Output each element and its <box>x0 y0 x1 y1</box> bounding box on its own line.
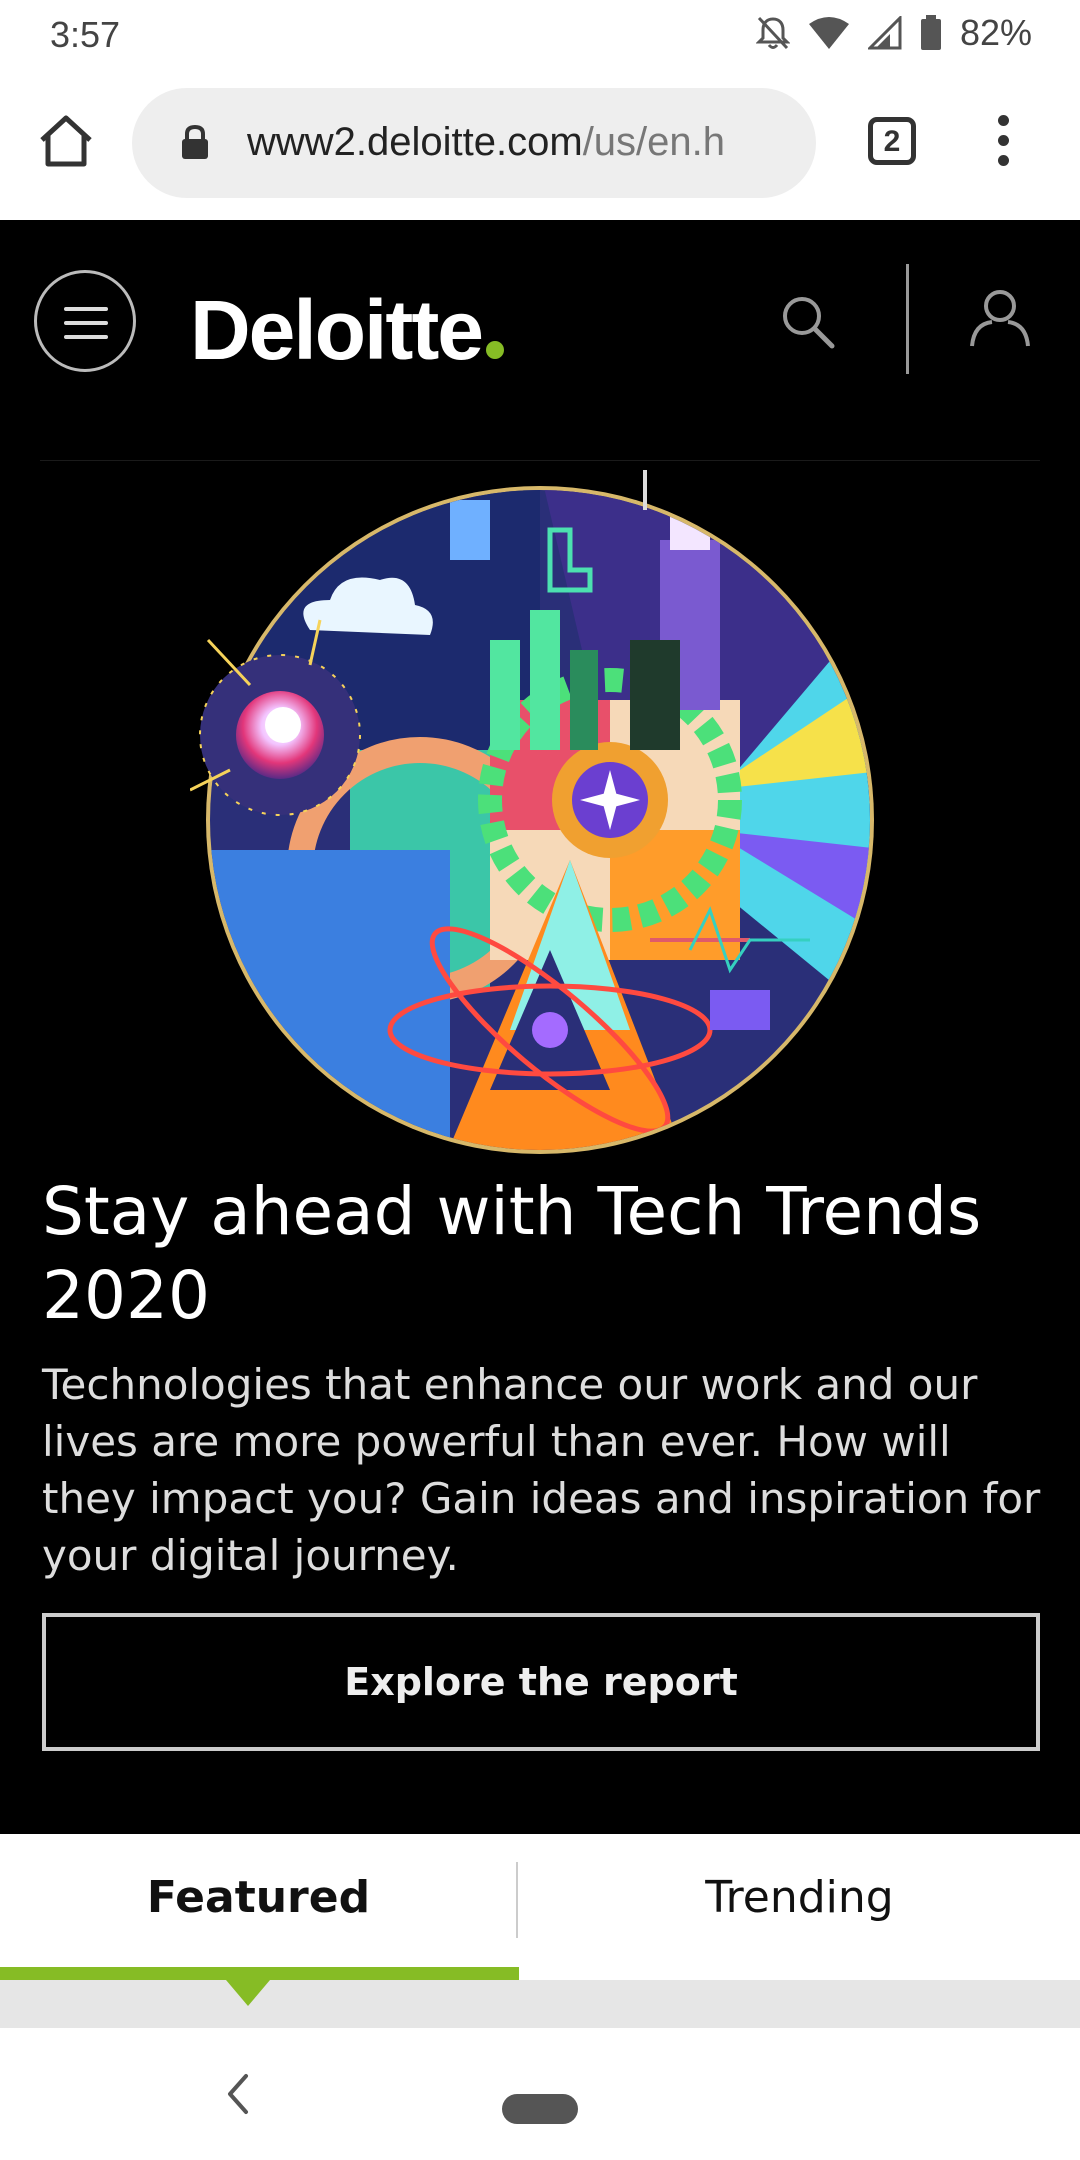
url-text[interactable]: www2.deloitte.com/us/en.h <box>247 120 797 165</box>
url-host: www2.deloitte.com <box>247 120 583 164</box>
header-divider <box>906 264 909 374</box>
deloitte-logo[interactable]: Deloitte <box>190 282 505 379</box>
header-separator <box>40 460 1040 461</box>
lock-icon <box>182 124 208 159</box>
tab-divider <box>516 1862 518 1938</box>
active-tab-indicator <box>0 1967 519 1980</box>
active-tab-arrow <box>226 1980 270 2006</box>
tab-switcher-button[interactable]: 2 <box>868 117 916 165</box>
battery-percent: 82% <box>959 12 1032 53</box>
content-area-top <box>0 1980 1080 2028</box>
notifications-off-icon <box>755 16 790 50</box>
logo-text: Deloitte <box>190 283 484 377</box>
home-pill-button[interactable] <box>502 2094 578 2124</box>
logo-green-dot <box>486 341 505 359</box>
home-icon[interactable] <box>36 110 96 170</box>
site-header: Deloitte <box>0 220 1080 461</box>
explore-report-button[interactable]: Explore the report <box>42 1613 1040 1751</box>
tab-trending[interactable]: Trending <box>519 1834 1080 1980</box>
address-bar[interactable]: www2.deloitte.com/us/en.h <box>132 88 816 198</box>
wifi-icon <box>808 17 849 49</box>
status-icons: 82% <box>755 12 1032 54</box>
hero-headline: Stay ahead with Tech Trends 2020 <box>42 1173 982 1334</box>
search-icon[interactable] <box>778 292 838 352</box>
user-icon[interactable] <box>968 286 1032 350</box>
status-bar: 3:57 82% <box>0 0 1080 70</box>
back-icon[interactable] <box>222 2066 252 2122</box>
signal-icon <box>867 16 902 50</box>
system-nav-bar <box>0 2028 1080 2160</box>
tech-trends-illustration <box>190 470 874 1154</box>
battery-icon <box>920 15 941 50</box>
url-path: /us/en.h <box>582 120 726 164</box>
hero-description: Technologies that enhance our work and o… <box>42 1360 1041 1580</box>
hamburger-menu-button[interactable] <box>34 270 136 372</box>
browser-toolbar: www2.deloitte.com/us/en.h 2 <box>0 70 1080 220</box>
tab-featured[interactable]: Featured <box>0 1834 517 1980</box>
content-tabs: Featured Trending <box>0 1834 1080 1980</box>
browser-menu-icon[interactable] <box>985 115 1021 175</box>
status-time: 3:57 <box>50 14 121 55</box>
